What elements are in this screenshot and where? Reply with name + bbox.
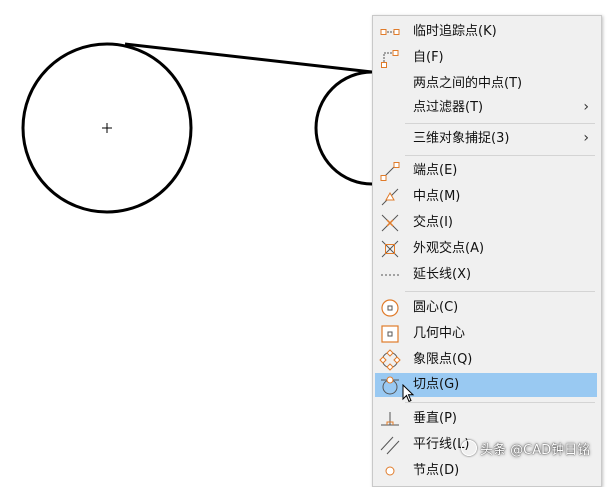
node-icon — [385, 466, 395, 476]
perpendicular-icon — [381, 412, 399, 426]
menu-item-intersection[interactable]: 交点(I) — [375, 211, 597, 235]
menu-item-endpoint[interactable]: 端点(E) — [375, 159, 597, 183]
menu-item-label: 点过滤器(T) — [413, 100, 484, 115]
extension-icon — [381, 274, 399, 276]
menu-item-label: 交点(I) — [413, 215, 453, 230]
menu-item-node[interactable]: 节点(D) — [375, 459, 597, 483]
geometric-center-icon — [381, 325, 399, 343]
center-icon — [381, 299, 399, 317]
tangent-icon — [381, 376, 399, 395]
mouse-pointer-icon — [402, 384, 415, 403]
toutiao-logo-icon — [461, 440, 477, 456]
parallel-icon — [380, 436, 400, 455]
menu-separator — [405, 123, 595, 124]
watermark-text: 头条 @CAD钟日铭 — [480, 443, 591, 458]
menu-item-mid-between-points[interactable]: 两点之间的中点(T) — [375, 72, 597, 96]
submenu-arrow-icon: › — [583, 99, 589, 115]
menu-item-perpendicular[interactable]: 垂直(P) — [375, 407, 597, 431]
menu-item-geometric-center[interactable]: 几何中心 — [375, 322, 597, 346]
menu-separator — [405, 291, 595, 292]
menu-item-temporary-track-point[interactable]: 临时追踪点(K) — [375, 20, 597, 44]
endpoint-icon — [380, 162, 400, 181]
menu-item-label: 自(F) — [413, 50, 444, 65]
menu-item-label: 外观交点(A) — [413, 241, 485, 256]
center-mark — [102, 123, 112, 133]
menu-item-center[interactable]: 圆心(C) — [375, 296, 597, 320]
menu-item-label: 象限点(Q) — [413, 352, 473, 367]
menu-item-point-filters[interactable]: 点过滤器(T) › — [375, 96, 597, 120]
temporary-track-point-icon — [380, 29, 400, 35]
menu-item-quadrant[interactable]: 象限点(Q) — [375, 348, 597, 372]
menu-item-label: 临时追踪点(K) — [413, 24, 497, 39]
menu-item-label: 节点(D) — [413, 463, 460, 478]
quadrant-icon — [379, 349, 401, 371]
object-snap-context-menu: 临时追踪点(K) 自(F) 两点之间的中点(T) 点过滤器(T) › 三维对象捕… — [372, 15, 602, 487]
menu-separator — [405, 402, 595, 403]
menu-item-3d-osnap[interactable]: 三维对象捕捉(3) › — [375, 127, 597, 151]
menu-item-label: 延长线(X) — [413, 267, 472, 282]
tangent-line[interactable] — [124, 42, 373, 74]
menu-item-label: 三维对象捕捉(3) — [413, 131, 510, 146]
menu-item-label: 端点(E) — [413, 163, 458, 178]
menu-item-label: 几何中心 — [413, 326, 466, 341]
menu-item-label: 中点(M) — [413, 189, 461, 204]
from-icon — [381, 50, 399, 68]
menu-item-tangent[interactable]: 切点(G) — [375, 373, 597, 403]
watermark: 头条 @CAD钟日铭 — [461, 439, 590, 458]
menu-item-label: 两点之间的中点(T) — [413, 76, 523, 91]
menu-item-label: 切点(G) — [413, 377, 460, 392]
midpoint-icon — [381, 188, 399, 206]
submenu-arrow-icon: › — [583, 130, 589, 146]
menu-item-label: 垂直(P) — [413, 411, 457, 426]
menu-item-extension[interactable]: 延长线(X) — [375, 263, 597, 287]
apparent-intersection-icon — [381, 240, 399, 258]
menu-separator — [405, 155, 595, 156]
menu-item-from[interactable]: 自(F) — [375, 46, 597, 70]
menu-item-label: 圆心(C) — [413, 300, 459, 315]
intersection-icon — [381, 214, 399, 232]
menu-item-midpoint[interactable]: 中点(M) — [375, 185, 597, 209]
menu-item-apparent-intersection[interactable]: 外观交点(A) — [375, 237, 597, 261]
